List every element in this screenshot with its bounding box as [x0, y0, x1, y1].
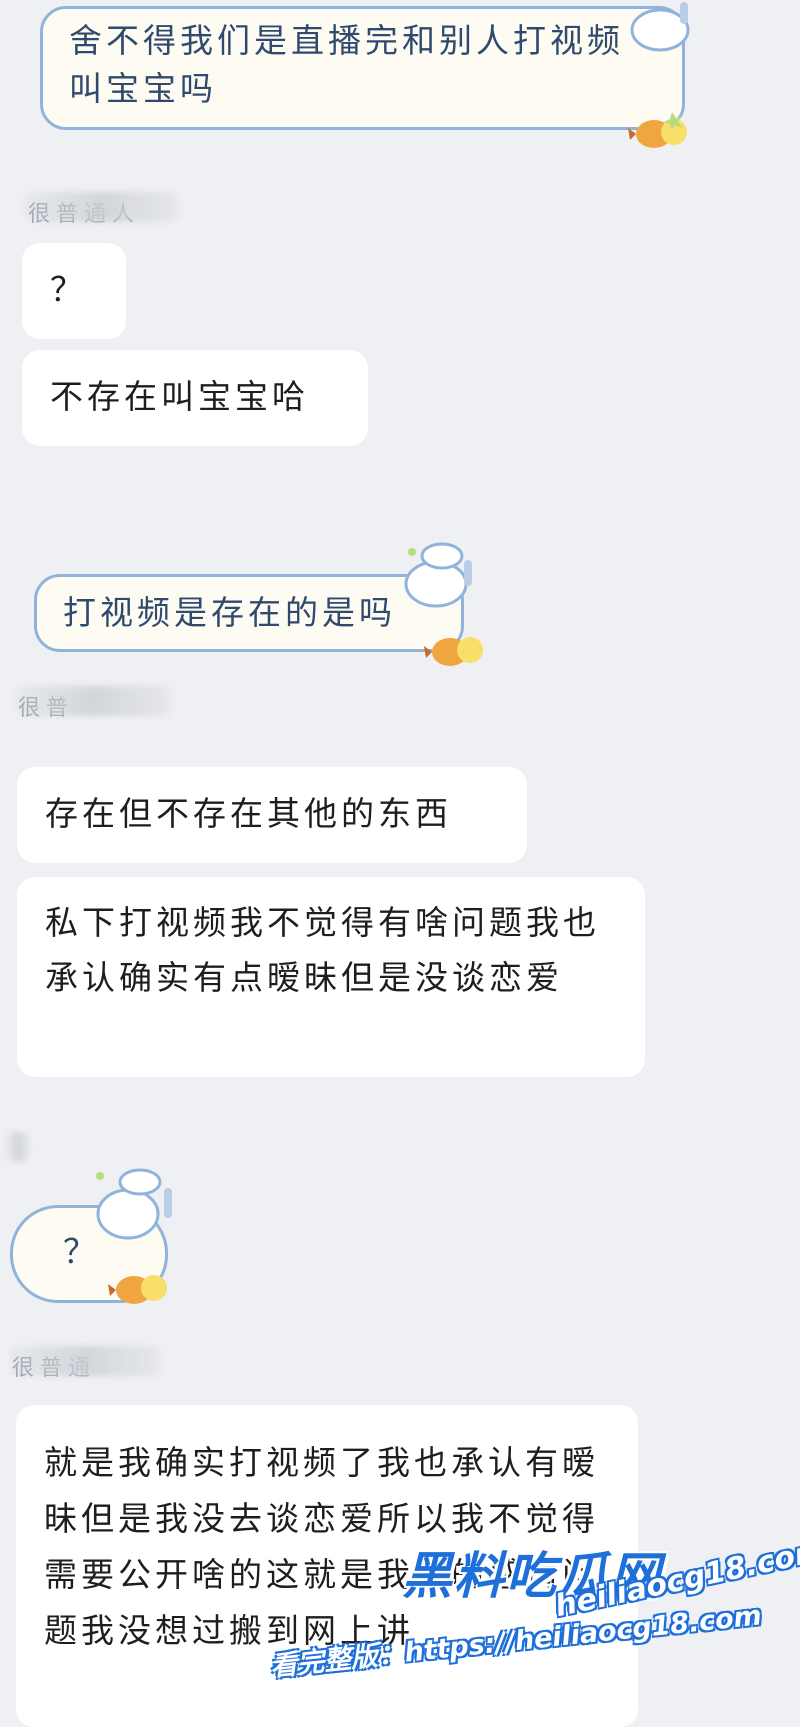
cloud-message-bubble[interactable]: 舍不得我们是直播完和别人打视频叫宝宝吗: [40, 6, 685, 130]
fried-chicken-icon: [424, 637, 483, 666]
fried-chicken-icon: [108, 1275, 167, 1304]
blurred-sender-name: [10, 1346, 160, 1376]
blurred-sender-name: [6, 1132, 30, 1162]
chef-mascot-icon: [630, 2, 690, 52]
message-text: 舍不得我们是直播完和别人打视频叫宝宝吗: [69, 21, 624, 108]
chef-mascot-icon: [96, 1168, 172, 1240]
message-text: ？: [50, 270, 87, 309]
chat-message-bubble[interactable]: 不存在叫宝宝哈: [22, 350, 368, 446]
message-text: 打视频是存在的是吗: [63, 593, 396, 632]
message-text: 不存在叫宝宝哈: [50, 377, 309, 416]
blurred-sender-name: [24, 192, 179, 222]
message-text: 存在但不存在其他的东西: [45, 794, 452, 833]
blurred-sender-name: [16, 686, 171, 716]
chat-message-bubble[interactable]: ？: [22, 243, 126, 339]
message-text: 私下打视频我不觉得有啥问题我也承认确实有点暧昧但是没谈恋爱: [45, 903, 600, 997]
chat-message-bubble[interactable]: 私下打视频我不觉得有啥问题我也承认确实有点暧昧但是没谈恋爱: [17, 877, 645, 1077]
fried-chicken-icon: [628, 112, 687, 148]
chef-mascot-icon: [404, 542, 472, 608]
chat-message-bubble[interactable]: 存在但不存在其他的东西: [17, 767, 527, 863]
